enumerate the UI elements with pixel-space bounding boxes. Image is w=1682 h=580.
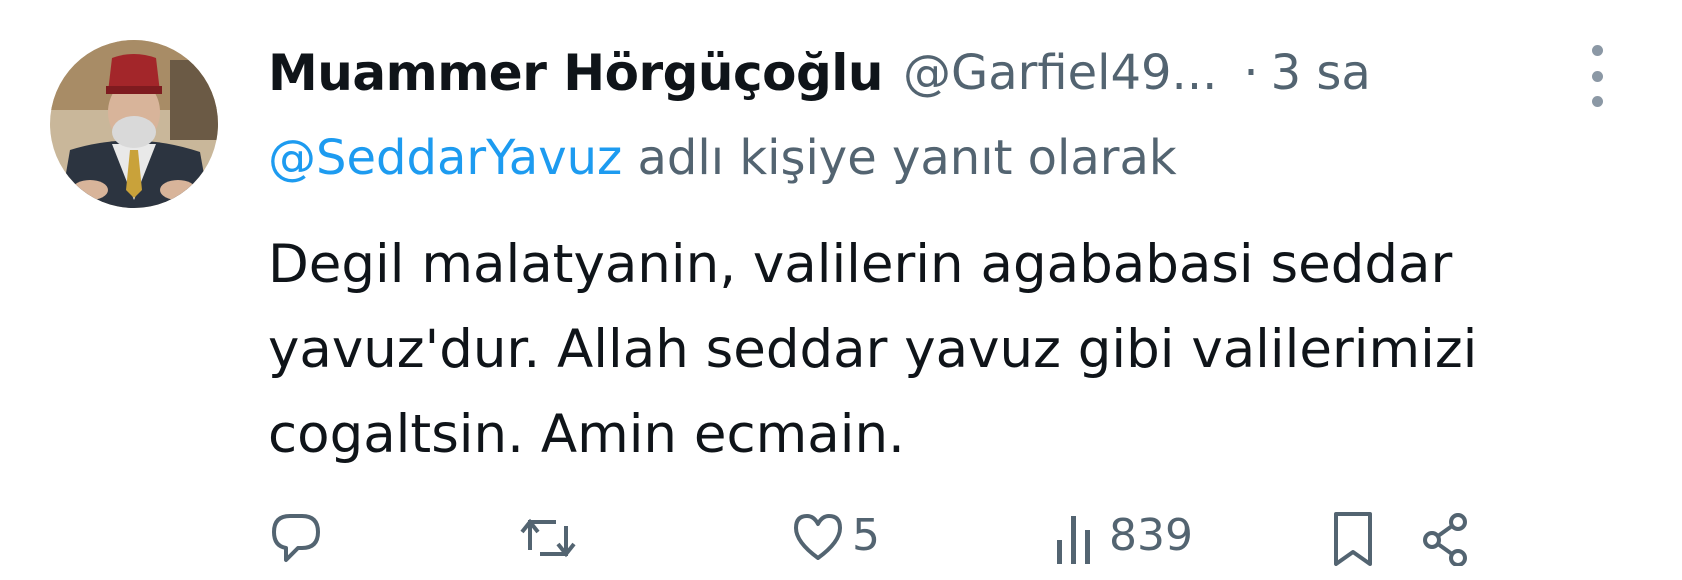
tweet-header: Muammer Hörgüçoğlu @Garfiel49... · 3 sa xyxy=(268,38,1528,108)
timestamp[interactable]: 3 sa xyxy=(1271,45,1371,101)
tweet-text-line: Degil malatyanin, valilerin agababasi se… xyxy=(268,234,1453,295)
action-bar: 5 839 xyxy=(268,510,1598,580)
separator-dot: · xyxy=(1243,45,1259,101)
bookmark-button[interactable] xyxy=(1328,510,1378,566)
author-name[interactable]: Muammer Hörgüçoğlu xyxy=(268,44,884,102)
tweet-text-line: cogaltsin. Amin ecmain. xyxy=(268,404,905,465)
tweet-text-line: yavuz'dur. Allah seddar yavuz gibi valil… xyxy=(268,319,1478,380)
share-button[interactable] xyxy=(1418,510,1474,566)
tweet-text: Degil malatyanin, valilerin agababasi se… xyxy=(268,222,1648,477)
more-vertical-icon[interactable] xyxy=(1585,45,1609,107)
author-handle[interactable]: @Garfiel49... xyxy=(903,45,1217,101)
retweet-icon xyxy=(520,518,576,558)
views-count: 839 xyxy=(1109,510,1193,561)
reply-button[interactable] xyxy=(268,510,324,566)
reply-icon xyxy=(272,514,320,562)
views-button[interactable]: 839 xyxy=(1053,510,1193,566)
retweet-button[interactable] xyxy=(518,510,578,566)
reply-mention[interactable]: @SeddarYavuz xyxy=(268,130,622,186)
like-button[interactable]: 5 xyxy=(790,510,880,566)
share-icon xyxy=(1423,513,1467,566)
bookmark-icon xyxy=(1334,512,1372,566)
reply-context: @SeddarYavuz adlı kişiye yanıt olarak xyxy=(268,130,1177,186)
reply-suffix: adlı kişiye yanıt olarak xyxy=(637,130,1177,186)
avatar[interactable] xyxy=(50,40,218,208)
likes-count: 5 xyxy=(852,510,880,561)
views-icon xyxy=(1057,516,1090,564)
like-icon xyxy=(794,514,842,560)
